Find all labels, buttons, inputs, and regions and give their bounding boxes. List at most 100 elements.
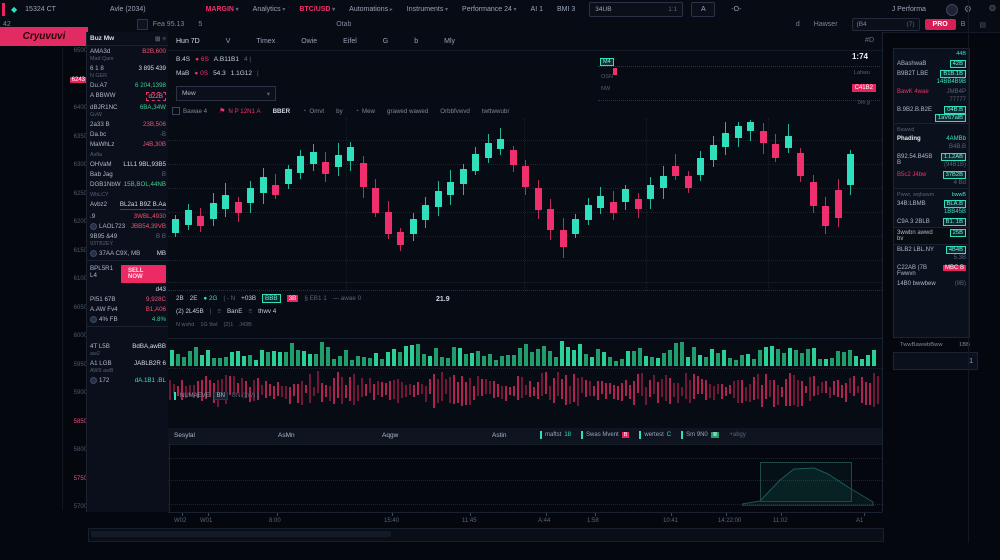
row2-hawser[interactable]: Hawser — [814, 21, 838, 28]
table-col-3[interactable]: Astin — [492, 432, 506, 439]
watchlist-row[interactable]: DGB1NbW15B,BOL,44NB — [87, 179, 169, 189]
toolbar-item-3[interactable]: ◔Omvt — [302, 108, 324, 115]
tab-eifel[interactable]: Eifel — [343, 38, 357, 45]
menu-item-6[interactable]: AI 1 — [531, 6, 543, 13]
order-row[interactable]: 34B:LBMBBLA.B1BB45B — [894, 199, 969, 217]
order-row[interactable]: Phading4AMBbB4B.B — [894, 134, 969, 152]
toolbar-item-1[interactable]: ⚑N P 12N1 A — [219, 107, 261, 115]
order-row[interactable]: B9B2T LBEB1B.1B14BB4B9B — [894, 69, 969, 87]
order-row[interactable]: B92.54.B45B B1.L2AB(94B1B) — [894, 152, 969, 170]
mode-button[interactable]: A — [691, 2, 715, 17]
menu-item-4[interactable]: Instruments ▾ — [407, 6, 448, 13]
order-row[interactable]: C22AB (7B FwwvnMBC B — [894, 263, 969, 279]
tab-mly[interactable]: Mly — [444, 38, 455, 45]
order-row[interactable]: 3wwbn awwd bv25B — [894, 227, 969, 245]
tab-owie[interactable]: Owie — [301, 38, 317, 45]
chart-scrollbar[interactable] — [88, 528, 884, 542]
price-level[interactable]: 5850 — [74, 419, 87, 425]
toolbar-item-0[interactable]: Bawae 4 — [172, 107, 207, 115]
legend-chip-2[interactable]: wertestC — [639, 431, 671, 439]
toolbar-item-7[interactable]: Orbbfvwvd — [440, 108, 470, 115]
table-col-1[interactable]: AsMn — [278, 432, 295, 439]
legend-chip-3[interactable]: Sm 9N0≣ — [681, 431, 719, 439]
watchlist-row[interactable]: 9B95 &4993TB2EYB B — [87, 231, 169, 248]
watchlist-row[interactable]: 172dA.1B1 .BL — [87, 375, 169, 385]
tab-v[interactable]: V — [226, 38, 231, 45]
watchlist-row[interactable]: PI51 67B9,928C — [87, 294, 169, 304]
order-row[interactable]: BLB2 LBL.NY4B4B5.3B — [894, 245, 969, 263]
price-level[interactable]: 6150 — [74, 248, 87, 254]
price-level[interactable]: 6000 — [74, 333, 87, 339]
watchlist-row[interactable]: Avbz2BL2a1 B9Z B.Aa — [87, 199, 169, 211]
toolbar-item-8[interactable]: twttwwubr — [482, 108, 510, 115]
tab-g[interactable]: G — [383, 38, 388, 45]
interval-dropdown[interactable]: Mew ▾ — [176, 86, 276, 101]
order-amount-input[interactable]: 1 — [893, 352, 978, 370]
toolbar-item-5[interactable]: ◔Mew — [355, 108, 375, 115]
watchlist-row[interactable]: 6 1 8N GER3 895 439 — [87, 63, 169, 80]
toolbar-item-2[interactable]: BBER — [273, 108, 291, 115]
price-level[interactable]: 6350 — [74, 134, 87, 140]
wallet-icon[interactable]: ▤ — [979, 21, 986, 29]
legend-chip-0[interactable]: maftst18 — [540, 431, 571, 439]
price-level[interactable]: 6300 — [74, 162, 87, 168]
price-level[interactable]: 5750 — [74, 476, 87, 482]
watchlist-row[interactable]: AMA3dMad QanrB2B,600 — [87, 46, 169, 63]
account-label[interactable]: J Performa — [892, 6, 926, 13]
layout-toggle[interactable]: -O- — [731, 6, 741, 13]
menu-item-2[interactable]: BTC/USD ▾ — [299, 6, 335, 13]
tab-hun-7d[interactable]: Hun 7D — [176, 38, 200, 45]
order-row[interactable]: BawK 4waeJMB4P77777 — [894, 87, 969, 105]
order-row[interactable]: B5c2 J4bw37B2B4 Bd — [894, 170, 969, 188]
indicator-name[interactable]: NUMAEVE — [180, 393, 210, 399]
price-level[interactable]: 6500 — [74, 48, 87, 54]
legend-chip-1[interactable]: Swas MventB — [581, 431, 629, 439]
toolbar-item-4[interactable]: by — [336, 108, 343, 115]
price-level[interactable]: 6100 — [74, 276, 87, 282]
watchlist-row[interactable]: A.AW Fv4B1,A06 — [87, 304, 169, 314]
order-row[interactable]: C9A 3 2BLBB1. 1B — [894, 217, 969, 227]
watchlist-row[interactable]: .93WBL,4930 — [87, 211, 169, 221]
order-row[interactable]: B.9B2.B.B2E04B.B1aV67alB — [894, 105, 969, 123]
avatar[interactable] — [946, 4, 958, 16]
tab-b[interactable]: b — [414, 38, 418, 45]
scrollbar-handle[interactable] — [91, 531, 391, 537]
watchlist-row[interactable]: Du.A76 204,1398 — [87, 80, 169, 90]
sparkline-selection-box[interactable] — [760, 462, 852, 502]
price-level[interactable]: 5800 — [74, 447, 87, 453]
tab-timex[interactable]: Timex — [256, 38, 275, 45]
time-axis[interactable]: W02W018:0015:4011:45A:441:5810:4114:22:0… — [168, 512, 882, 529]
menu-item-3[interactable]: Automations ▸ — [349, 6, 393, 13]
watchlist-row[interactable]: 2a33 B23B,506 — [87, 119, 169, 129]
quantity-field[interactable]: (B4 (7) — [852, 18, 920, 31]
watchlist-row[interactable]: LAOL723JBB54,39VB — [87, 221, 169, 231]
order-row[interactable]: 14B0 bwwbew(9B) — [894, 279, 969, 289]
watchlist-row[interactable]: dBJR1NCGvW6BA,34W — [87, 102, 169, 119]
price-level[interactable]: 6250 — [74, 191, 87, 197]
watchlist-row[interactable]: A BBWWd22B — [87, 90, 169, 102]
menu-item-0[interactable]: MARGIN ▾ — [206, 6, 239, 13]
search-input[interactable]: 34UB 1:1 — [589, 2, 683, 17]
pro-button[interactable]: PRO — [925, 19, 956, 30]
brand-logo[interactable]: Cryuvuvi — [0, 27, 88, 46]
toolbar-item-6[interactable]: grawed wawed — [387, 108, 428, 115]
candlestick-pane[interactable] — [168, 118, 882, 290]
watchlist-row[interactable]: 37AA C9X, MBMB — [87, 248, 169, 258]
price-level[interactable]: 5700 — [74, 504, 87, 510]
row2-otab[interactable]: Otab — [336, 21, 351, 28]
order-row[interactable]: ABashwaB42B — [894, 59, 969, 69]
watchlist-row[interactable]: d43 — [87, 284, 169, 294]
price-level[interactable]: 5950 — [74, 362, 87, 368]
legend-chip-4[interactable]: +abgy — [729, 432, 746, 438]
watchlist-row[interactable]: OHVaML1L1 9BL,93B5 — [87, 159, 169, 169]
price-level[interactable]: 6243 — [70, 77, 87, 83]
watchlist-row[interactable]: Da.bc-B — [87, 129, 169, 139]
watchlist-header-icons[interactable]: ⊞ ≡ — [155, 35, 166, 43]
sell-now-button[interactable]: SELL NOW — [121, 265, 166, 283]
menu-item-5[interactable]: Performance 24 ▾ — [462, 6, 517, 13]
price-level[interactable]: 6200 — [74, 219, 87, 225]
chart-type-icon[interactable] — [137, 19, 148, 30]
alert-badge[interactable]: M4 — [600, 58, 614, 66]
table-col-0[interactable]: Sesylal — [174, 432, 195, 439]
watchlist-row[interactable]: A1 LGBAW9 awBJABLB2R 6 — [87, 358, 169, 375]
